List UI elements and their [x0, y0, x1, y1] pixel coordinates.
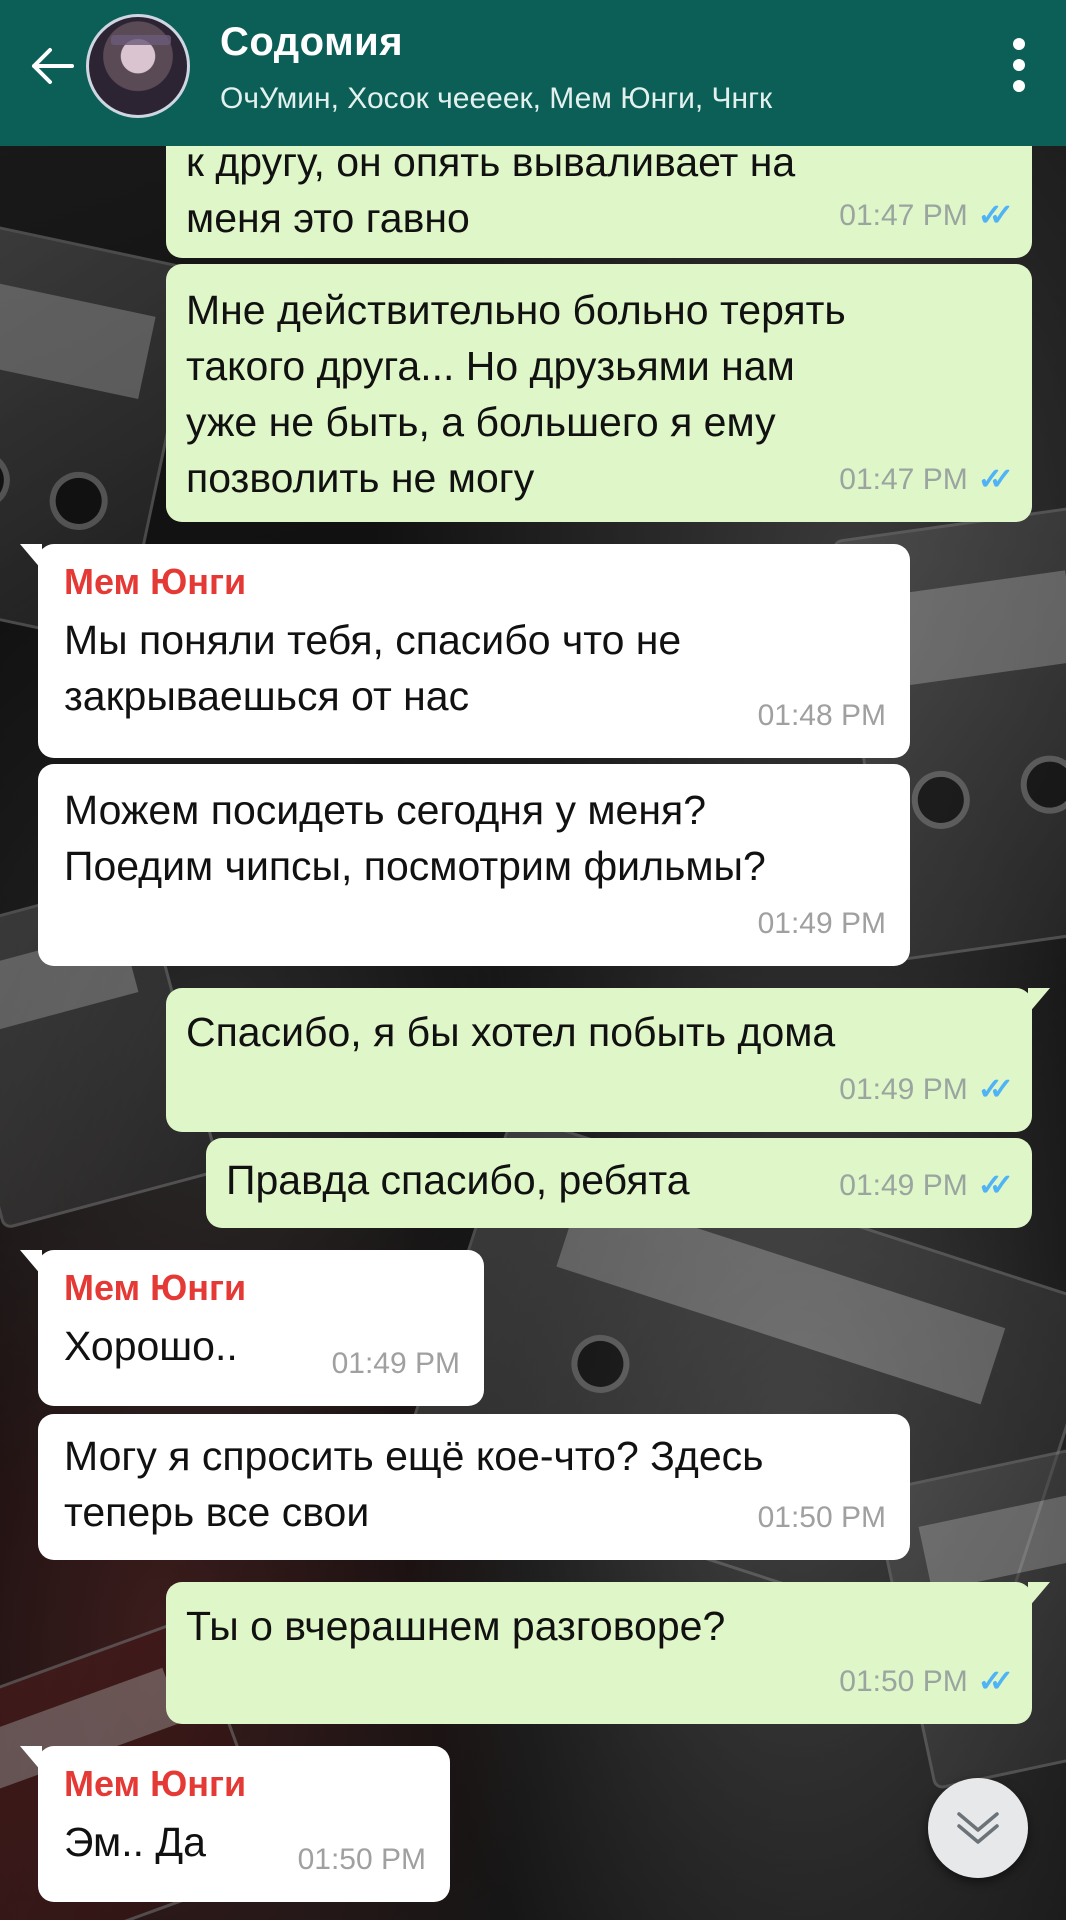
- message-time: 01:49 PM: [331, 1347, 460, 1380]
- group-avatar[interactable]: [86, 14, 190, 118]
- message-meta: 01:49 PM ✓✓: [839, 1062, 1014, 1118]
- message-bubble-incoming[interactable]: Могу я спросить ещё кое-что? Здесь тепер…: [38, 1414, 910, 1560]
- double-check-icon: ✓✓: [977, 1665, 1014, 1698]
- sender-name[interactable]: Мем Юнги: [64, 1760, 430, 1808]
- double-check-icon: ✓✓: [977, 1073, 1014, 1106]
- message-time: 01:47 PM: [839, 463, 968, 496]
- message-time: 01:49 PM: [839, 1169, 968, 1202]
- double-check-icon: ✓✓: [977, 199, 1014, 232]
- message-time: 01:48 PM: [757, 699, 886, 732]
- message-meta: 01:47 PM ✓✓: [839, 452, 1014, 508]
- message-bubble-incoming[interactable]: Можем посидеть сегодня у меня? Поедим чи…: [38, 764, 910, 966]
- message-meta: 01:50 PM ✓✓: [839, 1654, 1014, 1710]
- double-check-icon: ✓✓: [977, 1169, 1014, 1202]
- message-text: Ты о вчерашнем разговоре?: [186, 1603, 726, 1649]
- sender-name[interactable]: Мем Юнги: [64, 558, 890, 606]
- double-chevron-down-icon: [957, 1812, 999, 1844]
- message-text: Спасибо, я бы хотел побыть дома: [186, 1009, 836, 1055]
- message-time: 01:49 PM: [839, 1073, 968, 1106]
- message-meta: 01:47 PM ✓✓: [839, 188, 1014, 244]
- message-meta: 01:49 PM ✓✓: [839, 1158, 1014, 1214]
- message-bubble-outgoing[interactable]: Спасибо, я бы хотел побыть дома 01:49 PM…: [166, 988, 1050, 1132]
- message-time: 01:50 PM: [839, 1665, 968, 1698]
- message-time: 01:50 PM: [297, 1843, 426, 1876]
- arrow-left-icon: [32, 48, 74, 84]
- chat-title[interactable]: Содомия: [220, 20, 403, 65]
- message-bubble-outgoing[interactable]: Ты о вчерашнем разговоре? 01:50 PM ✓✓: [166, 1582, 1050, 1724]
- message-time: 01:47 PM: [839, 199, 968, 232]
- more-vert-icon[interactable]: [1012, 38, 1026, 92]
- message-bubble-incoming[interactable]: Мем Юнги Эм.. Да 01:50 PM: [20, 1746, 450, 1902]
- message-time: 01:50 PM: [757, 1501, 886, 1534]
- message-bubble-incoming[interactable]: Мем Юнги Мы поняли тебя, спасибо что не …: [20, 544, 910, 758]
- message-time: 01:49 PM: [757, 907, 886, 940]
- back-button[interactable]: [22, 38, 82, 94]
- message-bubble-incoming[interactable]: Мем Юнги Хорошо.. 01:49 PM: [20, 1250, 484, 1406]
- chat-header: Содомия ОчУмин, Хосок чеееек, Мем Юнги, …: [0, 0, 1066, 146]
- scroll-to-bottom-button[interactable]: [928, 1778, 1028, 1878]
- chat-participants[interactable]: ОчУмин, Хосок чеееек, Мем Юнги, Чнгк: [220, 82, 772, 116]
- double-check-icon: ✓✓: [977, 463, 1014, 496]
- message-bubble-outgoing[interactable]: Правда спасибо, ребята 01:49 PM ✓✓: [206, 1138, 1032, 1228]
- message-bubble-outgoing[interactable]: Мне действительно больно терять такого д…: [166, 264, 1032, 522]
- message-text: Можем посидеть сегодня у меня? Поедим чи…: [64, 787, 766, 889]
- sender-name[interactable]: Мем Юнги: [64, 1264, 464, 1312]
